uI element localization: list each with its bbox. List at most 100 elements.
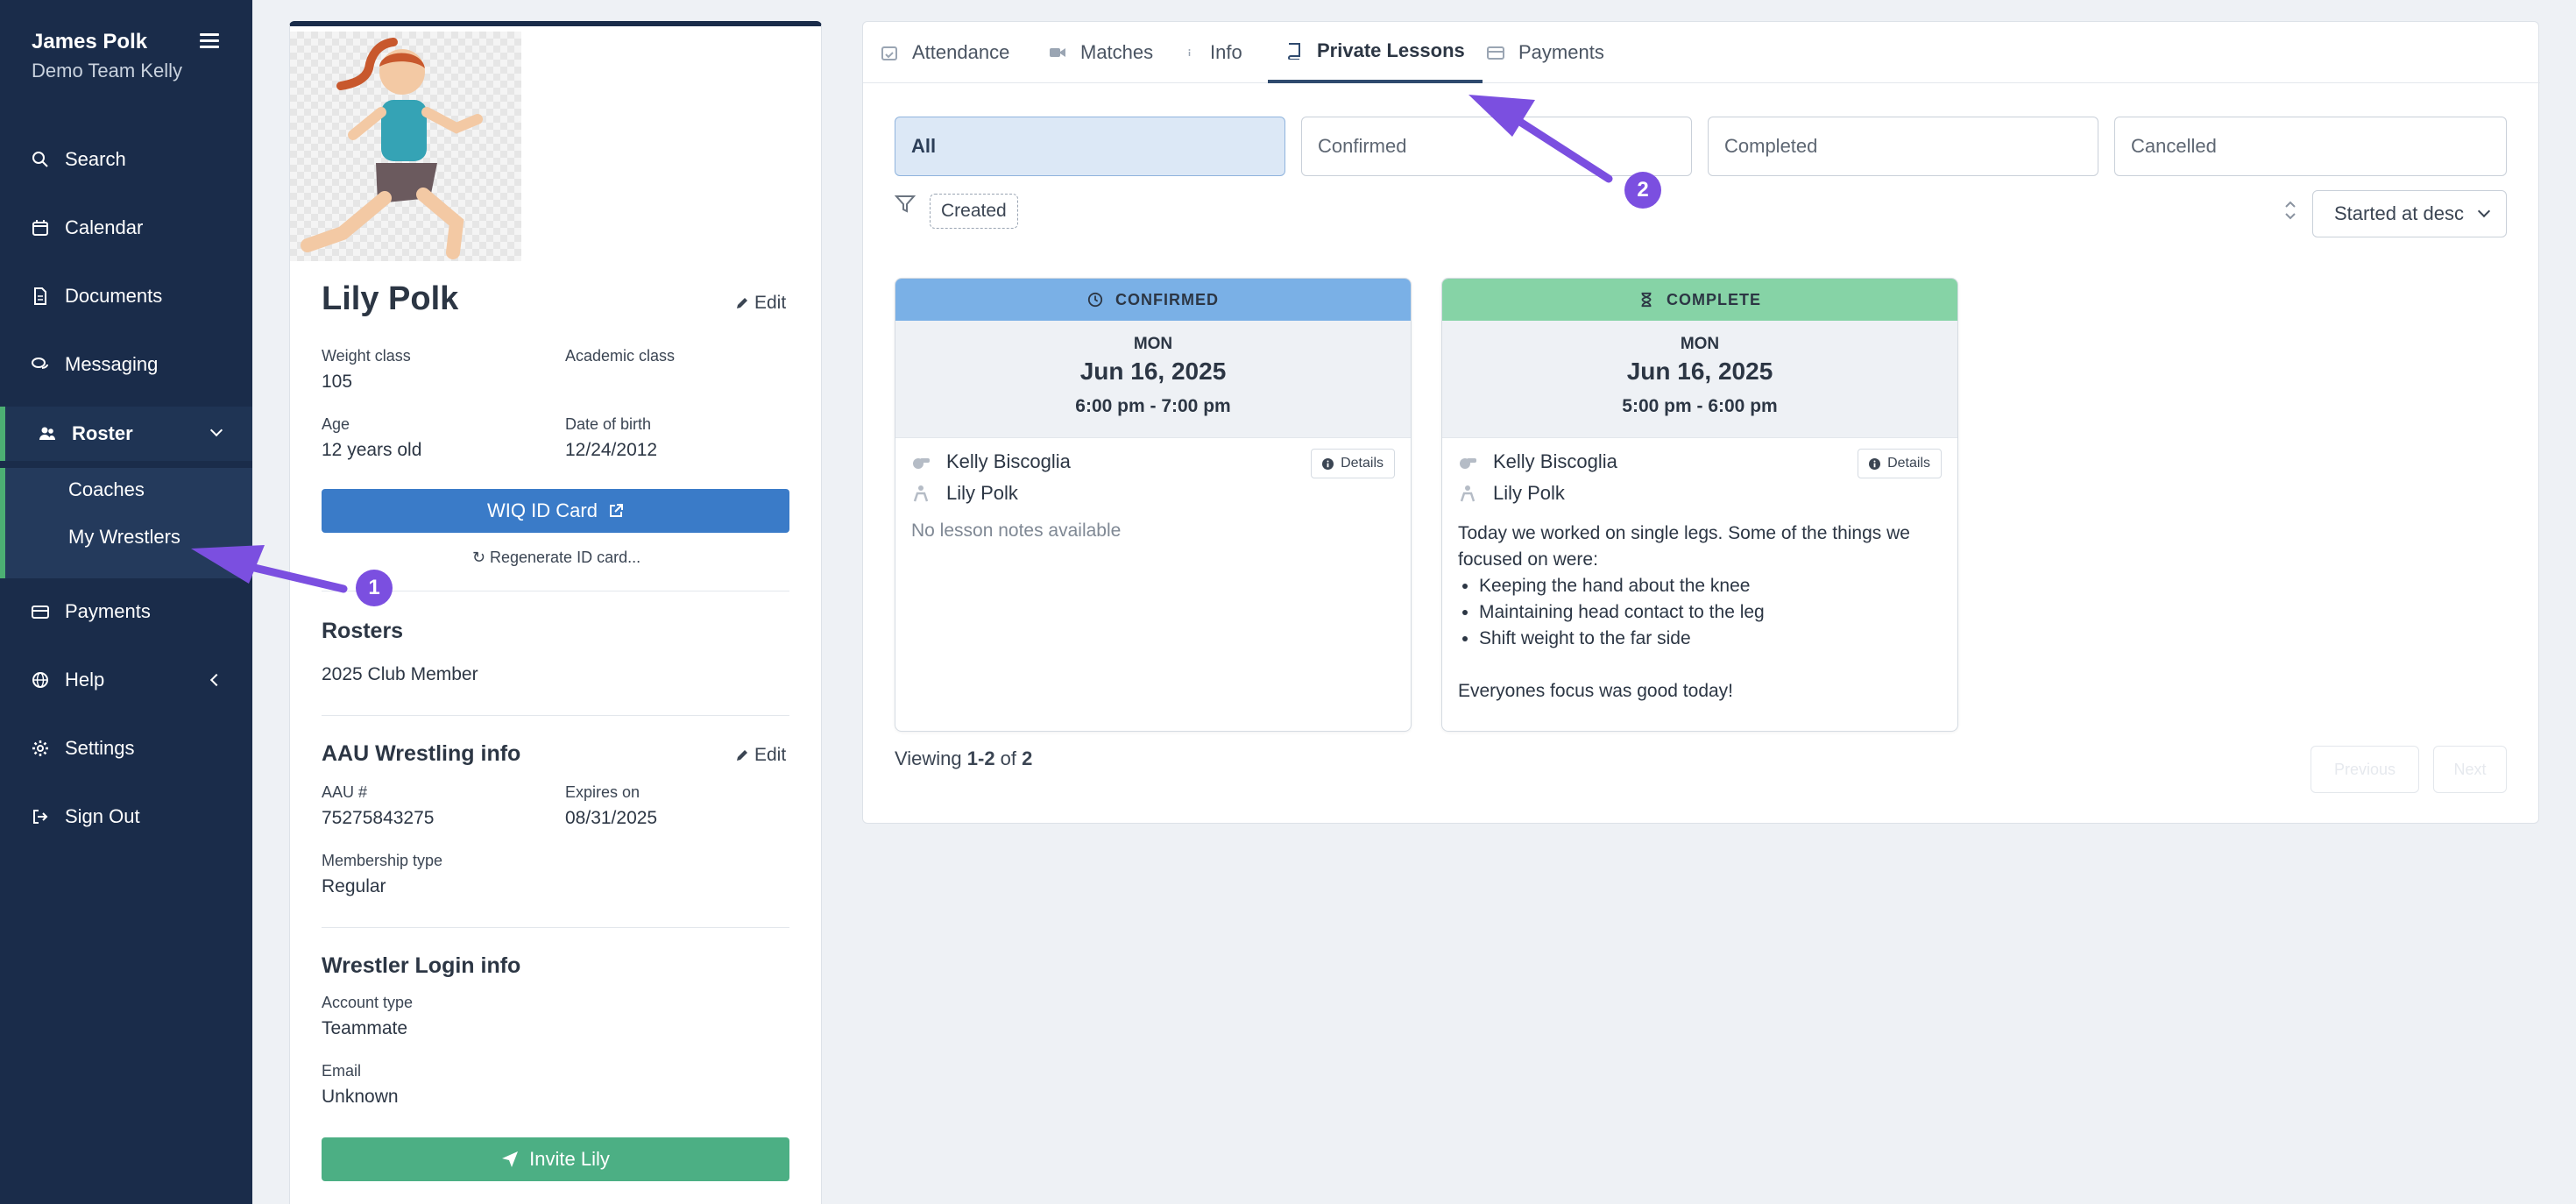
wiq-id-card-button[interactable]: WIQ ID Card	[322, 489, 789, 533]
sidebar-item-messaging[interactable]: Messaging	[0, 338, 252, 391]
tab-attendance[interactable]: Attendance	[881, 22, 1009, 83]
sidebar-item-calendar[interactable]: Calendar	[0, 202, 252, 254]
roster-submenu: Coaches My Wrestlers	[0, 468, 252, 578]
tab-payments[interactable]: Payments	[1487, 22, 1604, 83]
lesson-status: CONFIRMED	[1115, 290, 1219, 308]
calendar-check-icon	[881, 46, 897, 60]
lesson-wrestler: Lily Polk	[911, 482, 1018, 505]
chevron-down-icon	[2477, 204, 2491, 218]
list-item: Maintaining head contact to the leg	[1479, 599, 1940, 626]
hamburger-menu-icon[interactable]	[200, 33, 219, 49]
divider	[322, 715, 789, 716]
sidebar: James Polk Demo Team Kelly Search Calend…	[0, 0, 252, 1204]
wrestler-name: Lily Polk	[946, 482, 1018, 504]
tab-info[interactable]: Info	[1187, 22, 1242, 83]
sidebar-item-roster[interactable]: Roster	[0, 407, 252, 461]
age-value: 12 years old	[322, 440, 422, 460]
main-panel: Attendance Matches Info Private Lessons …	[862, 21, 2540, 824]
account-type-value: Teammate	[322, 1018, 408, 1038]
sidebar-item-coaches[interactable]: Coaches	[68, 478, 145, 501]
globe-icon	[30, 669, 51, 691]
book-icon	[1288, 43, 1300, 60]
wrestler-profile-card: Lily Polk Edit Weight class 105 Academic…	[289, 21, 822, 1204]
sidebar-item-payments[interactable]: Payments	[0, 585, 252, 638]
info-circle-icon	[1322, 457, 1334, 470]
tab-private-lessons[interactable]: Private Lessons	[1268, 22, 1483, 83]
lesson-weekday: MON	[1680, 335, 1720, 353]
coach-name: Kelly Biscoglia	[946, 450, 1071, 472]
tab-label: Attendance	[912, 41, 1010, 63]
info-circle-icon	[1869, 457, 1881, 470]
avatar	[290, 32, 521, 261]
filter-funnel-icon[interactable]	[895, 194, 916, 215]
notes-outro: Everyones focus was good today!	[1458, 681, 1734, 701]
info-icon	[1188, 49, 1191, 56]
email-value: Unknown	[322, 1087, 399, 1107]
account-type-label: Account type	[322, 994, 414, 1011]
previous-page-button[interactable]: Previous	[2311, 746, 2419, 793]
list-item: Shift weight to the far side	[1479, 626, 1940, 652]
email-label: Email	[322, 1062, 362, 1080]
lesson-time: 6:00 pm - 7:00 pm	[1075, 396, 1231, 416]
filter-cancelled-button[interactable]: Cancelled	[2114, 117, 2507, 176]
roster-value: 2025 Club Member	[322, 664, 478, 684]
notes-list: Keeping the hand about the knee Maintain…	[1479, 573, 1940, 652]
whistle-icon	[913, 458, 930, 469]
filter-all-button[interactable]: All	[895, 117, 1285, 176]
wrestler-icon	[1460, 485, 1476, 502]
sidebar-item-label: Help	[65, 669, 105, 691]
calendar-icon	[30, 217, 51, 238]
messaging-icon	[30, 354, 51, 375]
tab-label: Payments	[1518, 41, 1604, 63]
lesson-wrestler: Lily Polk	[1458, 482, 1565, 505]
lesson-card: CONFIRMED MON Jun 16, 2025 6:00 pm - 7:0…	[895, 278, 1412, 732]
aau-title: AAU Wrestling info	[322, 741, 521, 766]
created-filter-chip[interactable]: Created	[930, 194, 1018, 229]
sign-out-icon	[30, 806, 51, 827]
chevron-left-icon	[209, 673, 223, 687]
wrestler-name: Lily Polk	[1493, 482, 1565, 504]
age-label: Age	[322, 415, 350, 433]
list-item: Keeping the hand about the knee	[1479, 573, 1940, 599]
expires-label: Expires on	[565, 783, 640, 801]
membership-value: Regular	[322, 876, 386, 896]
next-page-button[interactable]: Next	[2433, 746, 2507, 793]
refresh-icon: ↻	[471, 549, 490, 566]
annotation-badge: 1	[356, 570, 393, 606]
details-button[interactable]: Details	[1858, 449, 1942, 478]
lesson-status-bar: CONFIRMED	[895, 279, 1411, 321]
membership-label: Membership type	[322, 852, 443, 869]
sidebar-item-label: Messaging	[65, 353, 159, 375]
sidebar-item-help[interactable]: Help	[0, 654, 252, 706]
lesson-weekday: MON	[1133, 335, 1173, 353]
edit-aau-button[interactable]: Edit	[735, 745, 786, 766]
academic-class-label: Academic class	[565, 347, 676, 365]
details-label: Details	[1341, 456, 1384, 471]
lesson-date: Jun 16, 2025	[1079, 358, 1227, 385]
dob-label: Date of birth	[565, 415, 652, 433]
invite-label: Invite Lily	[529, 1148, 610, 1170]
sidebar-item-my-wrestlers[interactable]: My Wrestlers	[68, 526, 180, 549]
edit-label: Edit	[754, 745, 787, 765]
filter-confirmed-button[interactable]: Confirmed	[1301, 117, 1692, 176]
details-button[interactable]: Details	[1311, 449, 1395, 478]
filter-completed-button[interactable]: Completed	[1708, 117, 2098, 176]
lesson-date-block: MON Jun 16, 2025 5:00 pm - 6:00 pm	[1442, 321, 1957, 438]
sidebar-item-search[interactable]: Search	[0, 133, 252, 186]
lesson-coach: Kelly Biscoglia	[911, 450, 1071, 473]
sidebar-item-documents[interactable]: Documents	[0, 270, 252, 322]
users-icon	[37, 423, 58, 444]
lesson-card: COMPLETE MON Jun 16, 2025 5:00 pm - 6:00…	[1441, 278, 1958, 732]
tab-matches[interactable]: Matches	[1049, 22, 1153, 83]
invite-button[interactable]: Invite Lily	[322, 1137, 789, 1181]
sidebar-item-sign-out[interactable]: Sign Out	[0, 790, 252, 843]
sort-select[interactable]: Started at desc	[2312, 190, 2507, 237]
pencil-icon	[737, 298, 747, 308]
regen-label: Regenerate ID card...	[490, 549, 641, 566]
sidebar-item-settings[interactable]: Settings	[0, 722, 252, 775]
regenerate-id-card-link[interactable]: ↻ Regenerate ID card...	[290, 549, 823, 567]
lesson-notes: Today we worked on single legs. Some of …	[1458, 521, 1940, 705]
edit-profile-button[interactable]: Edit	[735, 293, 786, 314]
expires-value: 08/31/2025	[565, 808, 658, 828]
lesson-coach: Kelly Biscoglia	[1458, 450, 1617, 473]
